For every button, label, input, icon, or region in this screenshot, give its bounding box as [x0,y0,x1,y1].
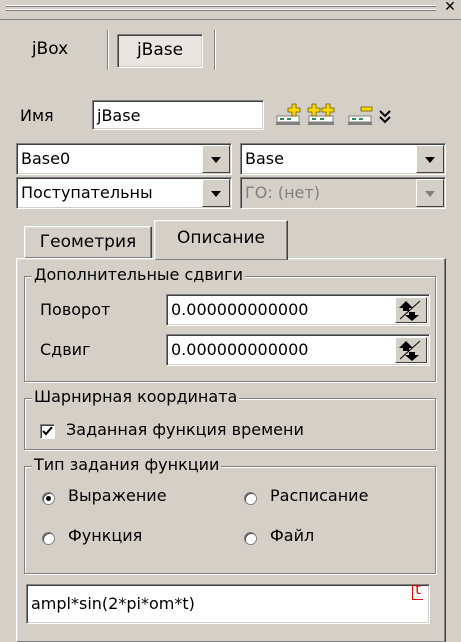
more-chevron-icon[interactable] [378,108,392,126]
offsets-group [24,276,436,382]
time-variable-marker: t [412,585,423,600]
tab-geometry-label: Геометрия [39,232,137,252]
rotation-input[interactable]: 0.000000000000 [166,294,430,326]
time-function-label: Заданная функция времени [66,420,304,439]
grip-lines [6,5,436,6]
close-icon[interactable]: ✕ [442,0,458,16]
radio-file[interactable] [244,532,257,545]
go-select-value: ГО: (нет) [245,183,320,202]
spin-arrows-icon[interactable] [395,337,427,363]
base-type-select-value: Base [245,149,284,168]
name-label: Имя [20,106,54,125]
function-type-group-title: Тип задания функции [32,455,222,474]
function-type-group [24,466,436,574]
radio-function[interactable] [42,532,55,545]
tab-description-label: Описание [177,228,265,248]
shift-input[interactable]: 0.000000000000 [166,334,430,366]
tab-jbase-label: jBase [136,40,184,60]
radio-file-label: Файл [270,526,315,545]
chevron-down-icon[interactable] [202,179,230,207]
motion-type-select[interactable]: Поступательны [16,177,232,209]
panel-drag-bar[interactable]: ✕ [0,0,461,20]
remove-icon[interactable] [346,102,376,128]
offsets-group-title: Дополнительные сдвиги [32,265,245,284]
chevron-down-icon[interactable] [202,145,230,173]
joint-group-title: Шарнирная координата [32,387,240,406]
radio-schedule-label: Расписание [270,486,369,505]
time-function-checkbox[interactable] [40,424,55,439]
chevron-down-icon [416,179,444,207]
name-field[interactable]: jBase [92,100,264,130]
tab-geometry[interactable]: Геометрия [24,226,152,258]
go-select: ГО: (нет) [240,177,446,209]
chevron-down-icon[interactable] [416,145,444,173]
shift-label: Сдвиг [40,340,91,359]
tab-jbox-label: jBox [31,39,69,59]
expression-input[interactable]: ampl*sin(2*pi*om*t) t [26,584,430,624]
radio-function-label: Функция [68,526,143,545]
tab-jbox[interactable]: jBox [14,34,86,68]
base-type-select[interactable]: Base [240,143,446,175]
base-select-value: Base0 [21,149,71,168]
tab-jbase[interactable]: jBase [117,34,203,68]
radio-expression-label: Выражение [68,486,167,505]
spin-arrows-icon[interactable] [395,297,427,323]
radio-expression[interactable] [42,492,55,505]
radio-schedule[interactable] [244,492,257,505]
motion-type-select-value: Поступательны [21,183,153,202]
tab-separator [214,30,215,70]
tab-separator [107,30,108,70]
rotation-label: Поворот [40,300,111,319]
expression-value: ampl*sin(2*pi*om*t) [31,594,195,613]
base-select[interactable]: Base0 [16,143,232,175]
add-icon[interactable] [274,102,304,128]
shift-value: 0.000000000000 [171,340,309,359]
add-multiple-icon[interactable] [306,102,338,128]
tab-description[interactable]: Описание [154,220,288,260]
rotation-value: 0.000000000000 [171,300,309,319]
